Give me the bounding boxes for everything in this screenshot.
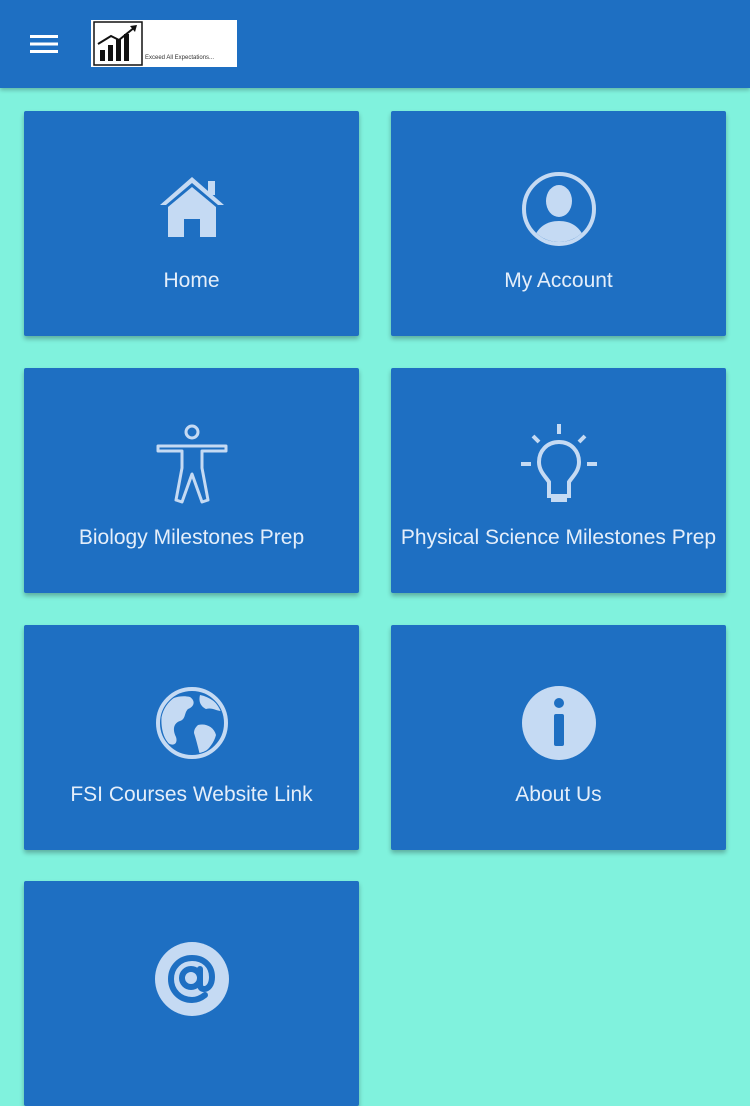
human-figure-icon	[156, 424, 227, 504]
app-logo[interactable]: Exceed All Expectations...	[91, 20, 237, 67]
tile-label: FSI Courses Website Link	[70, 783, 313, 806]
menu-button[interactable]	[22, 28, 66, 60]
tile-home[interactable]: Home	[24, 111, 359, 336]
tile-label: About Us	[515, 783, 602, 806]
logo-tagline: Exceed All Expectations...	[145, 55, 215, 61]
globe-icon	[155, 687, 228, 759]
tile-label: Home	[163, 269, 220, 292]
house-icon	[159, 177, 224, 237]
tile-biology-milestones-prep[interactable]: Biology Milestones Prep	[24, 368, 359, 593]
lightbulb-icon	[520, 424, 597, 502]
app-bar: Exceed All Expectations...	[0, 0, 750, 88]
tile-contact[interactable]	[24, 881, 359, 1106]
tile-label: Biology Milestones Prep	[78, 526, 305, 549]
tile-about-us[interactable]: About Us	[391, 625, 726, 850]
tile-physical-science-milestones-prep[interactable]: Physical Science Milestones Prep	[391, 368, 726, 593]
tile-label: Physical Science Milestones Prep	[400, 526, 717, 549]
at-sign-icon	[154, 942, 229, 1016]
user-circle-icon	[521, 172, 596, 246]
tile-label: My Account	[504, 269, 613, 292]
hamburger-menu-icon	[30, 35, 58, 53]
info-circle-icon	[521, 686, 596, 760]
tile-fsi-courses-website-link[interactable]: FSI Courses Website Link	[24, 625, 359, 850]
tile-my-account[interactable]: My Account	[391, 111, 726, 336]
